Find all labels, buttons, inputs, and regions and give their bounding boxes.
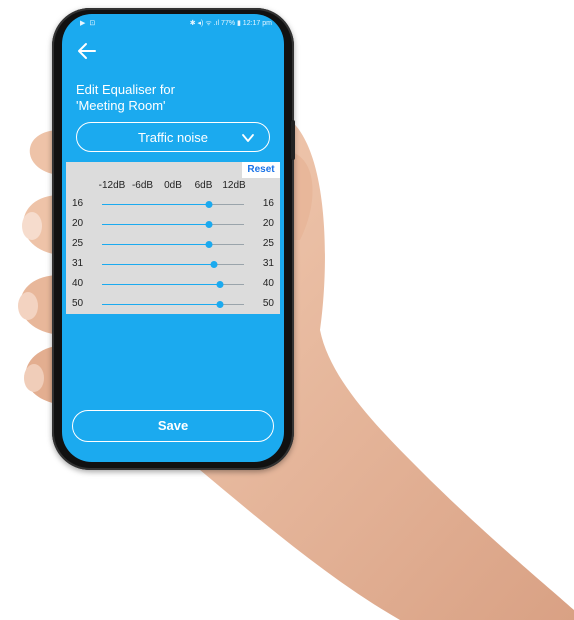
arrow-left-icon[interactable] bbox=[76, 40, 98, 62]
db-scale-label: -12dB bbox=[98, 180, 126, 191]
band-row: 20 20 bbox=[66, 216, 280, 236]
status-right-indicators: ✱ ◂) ᯤ .ıl 77% ▮ 12:17 pm bbox=[189, 20, 272, 27]
preset-dropdown[interactable]: Traffic noise bbox=[76, 122, 270, 152]
band-slider-knob[interactable] bbox=[205, 201, 212, 208]
save-button[interactable]: Save bbox=[72, 410, 274, 442]
band-label-right: 40 bbox=[262, 278, 274, 289]
band-slider-fill bbox=[102, 264, 215, 265]
band-label-left: 31 bbox=[72, 258, 84, 269]
equaliser-panel: Reset -12dB -6dB 0dB 6dB 12dB 16 16 20 20 25 25 31… bbox=[66, 162, 280, 314]
band-label-right: 20 bbox=[262, 218, 274, 229]
db-scale-label: -6dB bbox=[131, 180, 154, 191]
band-slider-knob[interactable] bbox=[205, 241, 212, 248]
band-label-left: 20 bbox=[72, 218, 84, 229]
page-title: Edit Equaliser for 'Meeting Room' bbox=[76, 82, 256, 114]
band-row: 40 40 bbox=[66, 276, 280, 296]
band-label-right: 50 bbox=[262, 298, 274, 309]
status-left-icons: ▶ ⊡ bbox=[80, 20, 97, 27]
page-title-line1: Edit Equaliser for bbox=[76, 82, 175, 97]
db-scale-label: 0dB bbox=[164, 180, 182, 191]
page-title-line2: 'Meeting Room' bbox=[76, 98, 166, 113]
chevron-down-icon bbox=[242, 134, 254, 142]
band-row: 31 31 bbox=[66, 256, 280, 276]
phone-side-button bbox=[291, 120, 295, 160]
band-slider-knob[interactable] bbox=[216, 281, 224, 288]
status-bar: ▶ ⊡ ✱ ◂) ᯤ .ıl 77% ▮ 12:17 pm bbox=[62, 18, 284, 30]
db-scale-label: 6dB bbox=[194, 180, 213, 191]
band-slider-fill bbox=[102, 204, 209, 205]
band-label-left: 16 bbox=[72, 198, 84, 209]
app-screen: ▶ ⊡ ✱ ◂) ᯤ .ıl 77% ▮ 12:17 pm Edit Equal… bbox=[62, 14, 284, 462]
band-label-right: 25 bbox=[262, 238, 274, 249]
band-slider-fill bbox=[102, 304, 221, 305]
band-label-left: 25 bbox=[72, 238, 84, 249]
band-row: 25 25 bbox=[66, 236, 280, 256]
db-scale: -12dB -6dB 0dB 6dB 12dB bbox=[66, 180, 280, 194]
band-label-right: 31 bbox=[262, 258, 274, 269]
db-scale-label: 12dB bbox=[222, 180, 246, 191]
band-row: 16 16 bbox=[66, 196, 280, 216]
band-slider-knob[interactable] bbox=[216, 301, 224, 308]
band-slider-knob[interactable] bbox=[205, 221, 212, 228]
band-row: 50 50 bbox=[66, 296, 280, 316]
band-slider-knob[interactable] bbox=[210, 261, 218, 268]
reset-button[interactable]: Reset bbox=[242, 162, 280, 178]
band-slider-fill bbox=[102, 284, 221, 285]
band-label-left: 40 bbox=[72, 278, 84, 289]
band-label-left: 50 bbox=[72, 298, 84, 309]
band-label-right: 16 bbox=[262, 198, 274, 209]
band-slider-fill bbox=[102, 224, 209, 225]
band-slider-fill bbox=[102, 244, 209, 245]
